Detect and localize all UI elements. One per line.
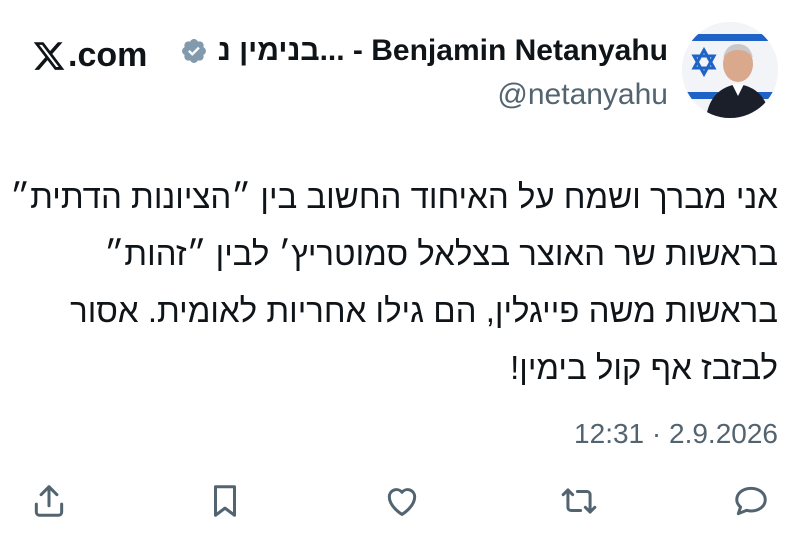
author-handle[interactable]: @netanyahu xyxy=(497,78,668,112)
avatar-image xyxy=(682,22,778,118)
action-bar xyxy=(30,482,770,522)
site-logo-text: .com xyxy=(68,36,148,74)
verified-badge-icon xyxy=(180,37,208,65)
reply-icon[interactable] xyxy=(732,482,770,520)
x-icon xyxy=(33,41,65,70)
tweet-line: בראשות משה פייגלין, הם גילו אחריות לאומי… xyxy=(70,292,778,329)
bookmark-icon[interactable] xyxy=(206,482,244,520)
avatar[interactable] xyxy=(682,22,778,118)
author-display-name[interactable]: בנימין נ... - Benjamin Netanyahu xyxy=(218,34,668,68)
like-icon[interactable] xyxy=(383,482,421,520)
x-logo[interactable]: .com xyxy=(32,36,147,75)
tweet-card: .com בנימין נ... - Benjamin Netanyahu @n… xyxy=(0,0,800,537)
retweet-icon[interactable] xyxy=(560,482,598,520)
tweet-line: לבזבז אף קול בימין! xyxy=(510,349,778,386)
tweet-line: בראשות שר האוצר בצלאל סמוטריץ׳ לבין ״זהו… xyxy=(104,235,778,272)
author-name-row: בנימין נ... - Benjamin Netanyahu xyxy=(180,34,668,68)
tweet-timestamp[interactable]: 12:31 · 2.9.2026 xyxy=(574,418,778,450)
tweet-line: אני מברך ושמח על האיחוד החשוב בין ״הציונ… xyxy=(10,178,778,215)
tweet-text: אני מברך ושמח על האיחוד החשוב בין ״הציונ… xyxy=(10,168,778,396)
share-icon[interactable] xyxy=(30,482,68,520)
